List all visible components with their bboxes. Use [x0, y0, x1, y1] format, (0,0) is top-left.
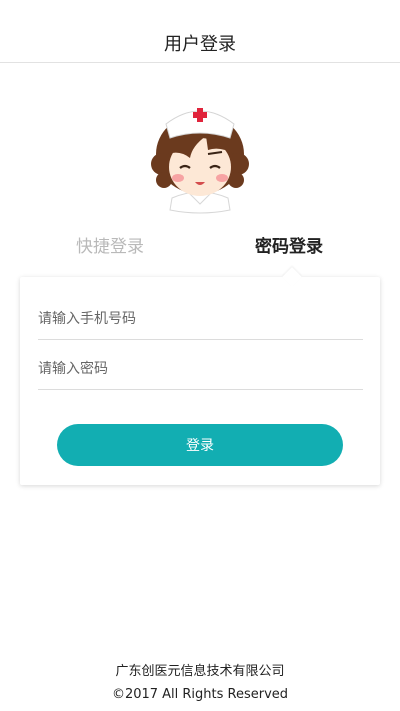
password-input[interactable]	[38, 349, 363, 390]
login-screen: 用户登录 快捷登录 密码登录 登录	[0, 0, 400, 711]
nav-bar: 用户登录	[0, 0, 400, 63]
login-tabs: 快捷登录 密码登录	[0, 228, 400, 264]
login-button[interactable]: 登录	[57, 424, 343, 466]
page-title: 用户登录	[164, 34, 236, 55]
phone-input[interactable]	[38, 299, 363, 340]
tab-quick-login[interactable]: 快捷登录	[76, 232, 144, 257]
copyright-text: ©2017 All Rights Reserved	[111, 687, 289, 702]
tab-password-login[interactable]: 密码登录	[255, 232, 323, 257]
nurse-avatar	[151, 108, 249, 214]
login-form-card: 登录	[20, 267, 380, 485]
active-tab-indicator	[282, 267, 302, 287]
company-name: 广东创医元信息技术有限公司	[115, 664, 285, 679]
